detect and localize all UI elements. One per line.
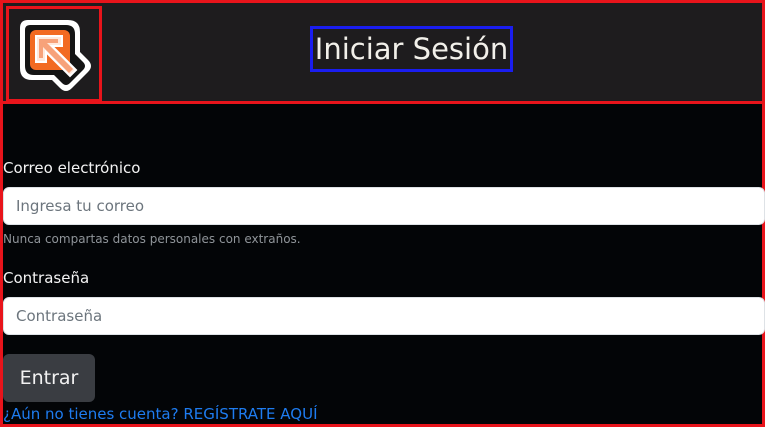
submit-button[interactable]: Entrar: [3, 354, 95, 402]
email-field[interactable]: [3, 187, 765, 225]
header: Iniciar Sesión: [3, 3, 762, 104]
page-title: Iniciar Sesión: [310, 26, 513, 72]
arrow-up-left-logo-icon: [20, 20, 91, 91]
register-link[interactable]: ¿Aún no tienes cuenta? REGÍSTRATE AQUÍ: [3, 405, 318, 423]
logo[interactable]: [6, 6, 102, 102]
password-label: Contraseña: [3, 269, 90, 287]
password-field[interactable]: [3, 297, 765, 335]
email-label: Correo electrónico: [3, 159, 141, 177]
app-frame: Iniciar Sesión Correo electrónico Nunca …: [0, 0, 765, 427]
email-help-text: Nunca compartas datos personales con ext…: [3, 232, 301, 246]
